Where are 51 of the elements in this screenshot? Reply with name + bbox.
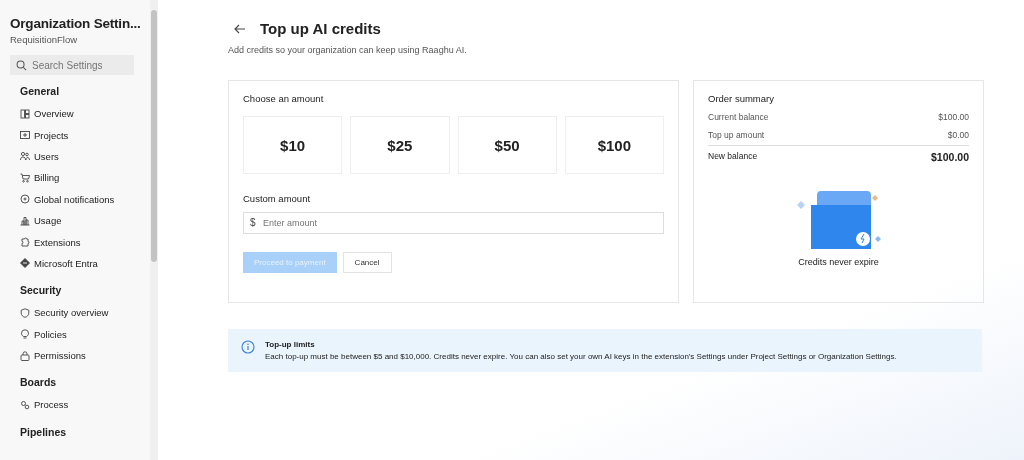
nav-item[interactable]: Microsoft Entra [20, 252, 150, 275]
card-heading: Choose an amount [243, 93, 325, 104]
bulb-icon [20, 329, 30, 340]
shield-icon [20, 307, 30, 318]
project-icon [20, 130, 30, 141]
amount-option[interactable]: $25 [350, 116, 450, 174]
summary-value: $100.00 [938, 112, 969, 122]
puzzle-icon [20, 237, 30, 248]
nav-item[interactable]: Policies [20, 323, 150, 345]
nav-item[interactable]: Overview [20, 103, 150, 125]
users-icon [20, 151, 30, 162]
page-title: Top up AI credits [260, 20, 381, 37]
diamond-icon [20, 258, 30, 269]
section-heading: Pipelines [20, 425, 68, 438]
currency-symbol: $ [250, 217, 256, 229]
amount-option[interactable]: $50 [457, 116, 557, 174]
cancel-button[interactable]: Cancel [342, 252, 392, 273]
sidebar-title: Organization Settin... [10, 16, 142, 31]
nav-item[interactable]: Usage [20, 209, 150, 232]
lock-icon [20, 350, 30, 361]
back-arrow-icon[interactable] [234, 23, 246, 34]
summary-value: $100.00 [931, 151, 969, 163]
organization-name: RequisitionFlow [10, 34, 79, 45]
nav-item[interactable]: Permissions [20, 344, 150, 367]
nav-item[interactable]: Billing [20, 167, 150, 189]
amount-option[interactable]: $100 [564, 116, 664, 174]
nav-item[interactable]: Projects [20, 124, 150, 146]
info-title: Top-up limits [265, 340, 316, 349]
info-text: Each top-up must be between $5 and $10,000. Credits never expire. You can also set your own AI keys in the extension's Settings under Project Settings or Organization Settings. [265, 352, 897, 361]
nav-item[interactable]: Security overview [20, 302, 150, 324]
summary-value: $0.00 [947, 130, 969, 140]
nav-item[interactable]: Extensions [20, 231, 150, 253]
info-icon [241, 340, 255, 354]
grid-icon [20, 108, 30, 119]
field-label: Custom amount [243, 193, 312, 204]
scrollbar[interactable] [150, 0, 158, 460]
nav-item[interactable]: Users [20, 145, 150, 168]
summary-label: Top up amount [708, 130, 765, 140]
nav-item[interactable]: Global notifications [20, 188, 150, 210]
section-heading: Security [20, 284, 63, 297]
summary-label: Current balance [708, 112, 769, 122]
caption: Credits never expire [797, 257, 880, 267]
card-heading: Order summary [708, 93, 775, 104]
page-subtitle: Add credits so your organization can keep using Raaghu AI. [228, 45, 468, 55]
search-field[interactable]: Search Settings [10, 55, 134, 75]
amount-option[interactable]: $10 [243, 116, 343, 174]
cart-icon [20, 172, 30, 183]
section-heading: General [20, 85, 61, 97]
nav-item[interactable]: Process [20, 394, 150, 416]
section-heading: Boards [20, 376, 58, 389]
summary-label: New balance [708, 151, 758, 163]
